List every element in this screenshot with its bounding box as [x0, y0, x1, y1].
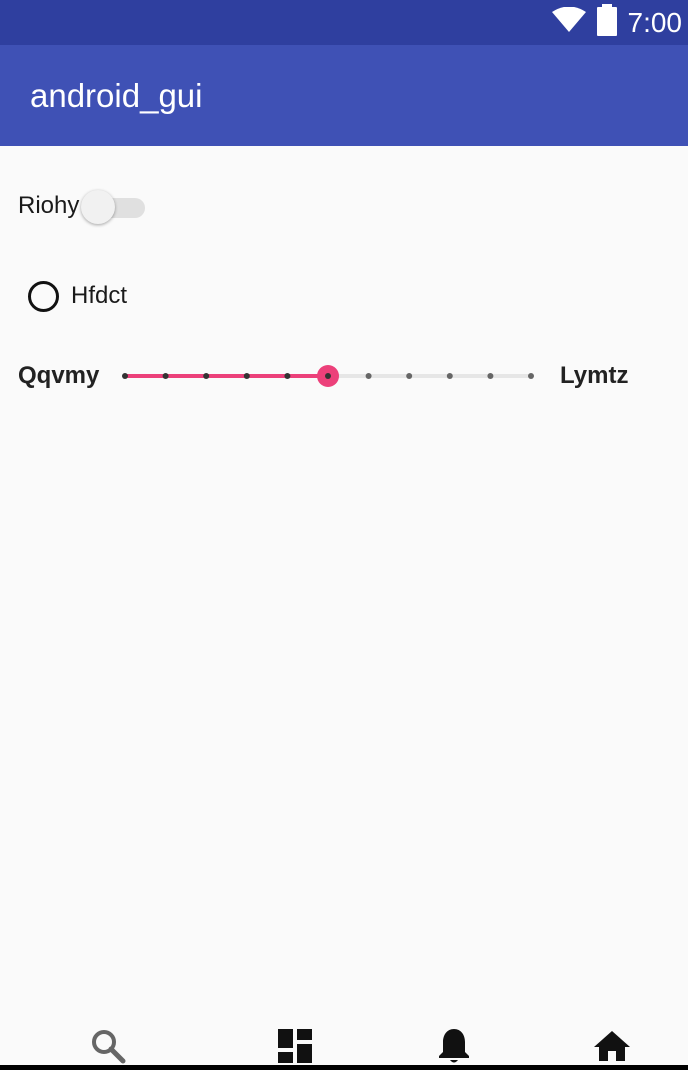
slider-min-label: Qqvmy [18, 362, 100, 389]
radio-button-hfdct[interactable]: Hfdct [28, 277, 127, 315]
slider-tick [446, 373, 453, 379]
battery-icon [596, 4, 618, 41]
status-icons: 7:00 [551, 0, 683, 45]
bottom-navigation [0, 1014, 688, 1070]
slider-tick [243, 373, 250, 379]
nav-notifications-button[interactable] [434, 1026, 474, 1066]
switch-label: Riohy [18, 192, 80, 219]
slider-row: Qqvmy Lymtz [0, 358, 688, 394]
slider-tick [325, 373, 331, 379]
slider-tick [528, 373, 534, 379]
radio-label: Hfdct [71, 282, 128, 309]
home-icon [594, 1031, 630, 1061]
radio-circle-icon[interactable] [28, 280, 59, 312]
nav-dashboard-button[interactable] [275, 1026, 315, 1066]
switch-thumb[interactable] [81, 190, 116, 224]
slider-tick [203, 373, 210, 379]
slider-tick [487, 373, 494, 379]
wifi-icon [551, 6, 586, 38]
content-area: Riohy Hfdct Qqvmy Lymtz [0, 146, 688, 1014]
status-time: 7:00 [627, 6, 683, 38]
slider-tick [122, 373, 128, 379]
nav-home-button[interactable] [592, 1026, 632, 1066]
switch-row: Riohy [18, 190, 147, 224]
bottom-edge-bar [0, 1065, 688, 1070]
nav-search-button[interactable] [88, 1026, 128, 1066]
status-bar: 7:00 [0, 0, 688, 45]
slider-tick [162, 373, 169, 379]
riohy-switch[interactable] [81, 190, 147, 224]
slider-max-label: Lymtz [560, 362, 629, 389]
slider-tick [284, 373, 291, 379]
app-bar: android_gui [0, 45, 688, 146]
notifications-icon [439, 1029, 469, 1063]
search-icon [92, 1030, 126, 1064]
dashboard-icon [278, 1029, 312, 1063]
slider-tick [406, 373, 413, 379]
slider-tick [365, 373, 372, 379]
discrete-slider[interactable] [110, 358, 550, 394]
app-title: android_gui [30, 77, 203, 114]
